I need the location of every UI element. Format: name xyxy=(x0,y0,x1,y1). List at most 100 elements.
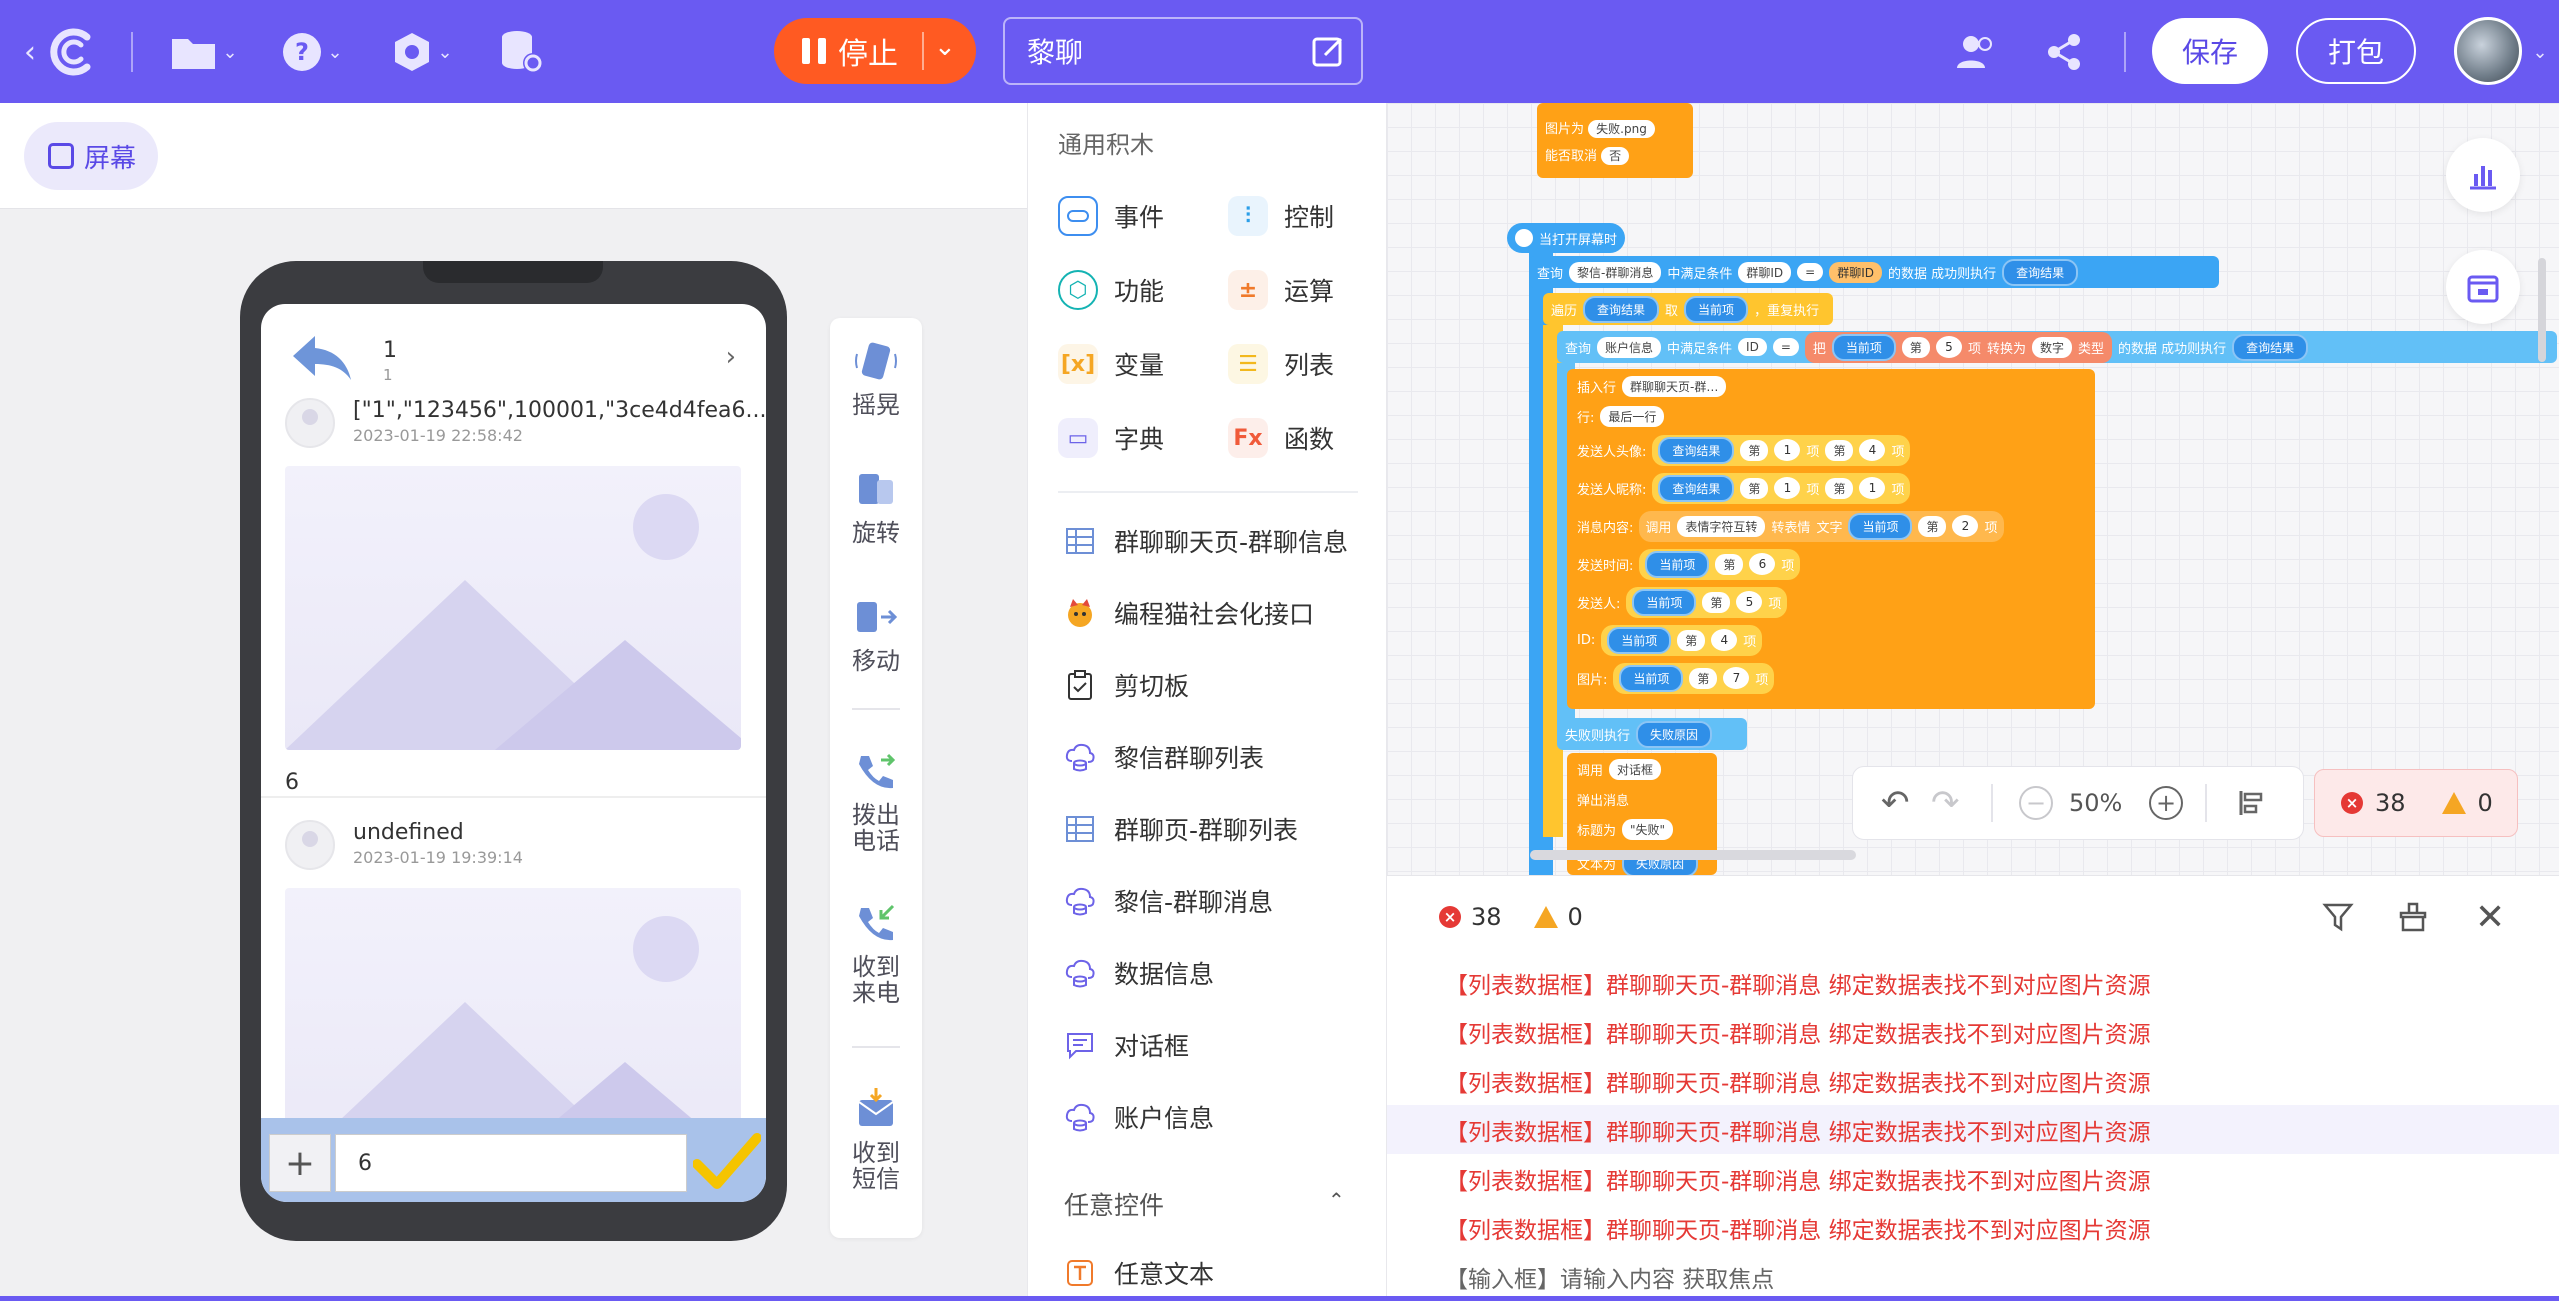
palette-item[interactable]: 剪切板 xyxy=(1064,667,1189,703)
pack-button[interactable]: 打包 xyxy=(2296,18,2416,84)
category-label: 运算 xyxy=(1284,277,1335,306)
redo-icon[interactable]: ↷ xyxy=(1931,783,1960,823)
dialog-icon xyxy=(1067,1033,1093,1060)
list-item[interactable]: ["1","123456",100001,"3ce4d4fea6... 2023… xyxy=(261,398,766,795)
avatar[interactable] xyxy=(2454,17,2522,85)
palette-item[interactable]: 黎信群聊列表 xyxy=(1064,739,1264,775)
tool-incoming-call[interactable]: 收到 来电 xyxy=(830,900,922,1006)
palette-item[interactable]: 群聊页-群聊列表 xyxy=(1064,811,1298,847)
category-label: 列表 xyxy=(1284,351,1335,380)
project-title-field[interactable]: 黎聊 xyxy=(1003,17,1363,85)
phone-screen: 1 1 › ["1","123456",100001,"3ce4d4fea6..… xyxy=(261,304,766,1202)
share-icon[interactable] xyxy=(2040,22,2088,82)
category-control[interactable]: ⫶ 控制 xyxy=(1228,196,1334,236)
zoom-out-icon[interactable]: − xyxy=(2019,786,2053,820)
palette-item[interactable]: 任意文本 xyxy=(1064,1255,1214,1291)
tool-move[interactable]: 移动 xyxy=(830,594,922,674)
store-button[interactable] xyxy=(2446,250,2520,324)
back-arrow-icon[interactable] xyxy=(289,332,353,382)
category-fx[interactable]: Fx 函数 xyxy=(1228,418,1334,458)
database-settings-icon[interactable] xyxy=(496,22,548,82)
message-input[interactable]: 6 xyxy=(335,1134,687,1192)
palette-header: 通用积木 xyxy=(1058,131,1154,159)
log-line[interactable]: 【列表数据框】群聊聊天页-群聊消息 绑定数据表找不到对应图片资源 xyxy=(1387,1105,2559,1154)
palette-item[interactable]: 对话框 xyxy=(1064,1027,1189,1063)
palette-item-label: 对话框 xyxy=(1114,1032,1190,1061)
send-check-icon[interactable] xyxy=(693,1130,761,1194)
error-summary[interactable]: × 38 0 xyxy=(2314,769,2518,837)
edit-icon[interactable] xyxy=(1311,33,1347,69)
tool-shake[interactable]: 摇晃 xyxy=(830,338,922,418)
stop-button[interactable]: 停止 ⌄ xyxy=(774,18,976,84)
category-label: 函数 xyxy=(1284,425,1335,454)
phone-subtitle: 1 xyxy=(383,366,393,384)
toolbar-divider xyxy=(131,32,133,72)
log-line[interactable]: 【列表数据框】群聊聊天页-群聊消息 绑定数据表找不到对应图片资源 xyxy=(1387,1056,2559,1105)
screen-bar: 屏幕 xyxy=(0,103,1027,209)
palette-item[interactable]: 编程猫社会化接口 xyxy=(1064,595,1314,631)
code-block-query[interactable]: 查询 黎信-群聊消息 中满足条件 群聊ID = 群聊ID 的数据 成功则执行 查询结果 xyxy=(1529,256,2219,288)
close-icon[interactable]: ✕ xyxy=(2475,897,2505,938)
operation-icon: ± xyxy=(1228,270,1268,310)
back-chevron-icon[interactable]: ‹ xyxy=(20,22,40,82)
screen-label: 屏幕 xyxy=(84,143,137,174)
screen-button[interactable]: 屏幕 xyxy=(24,122,158,190)
palette-item[interactable]: 账户信息 xyxy=(1064,1099,1214,1135)
clear-icon[interactable] xyxy=(2397,901,2429,933)
log-line[interactable]: 【输入框】请输入内容 获取焦点 xyxy=(1387,1252,2559,1301)
category-operation[interactable]: ± 运算 xyxy=(1228,270,1334,310)
error-icon[interactable]: × xyxy=(1439,906,1461,928)
cloud-db-icon xyxy=(1065,887,1095,916)
code-block[interactable]: 图片为 失败.png 能否取消 否 xyxy=(1537,103,1693,178)
tool-sms[interactable]: 收到 短信 xyxy=(830,1086,922,1192)
add-button[interactable]: + xyxy=(269,1134,331,1192)
save-button[interactable]: 保存 xyxy=(2152,18,2268,84)
category-dictionary[interactable]: ▭ 字典 xyxy=(1058,418,1164,458)
undo-icon[interactable]: ↶ xyxy=(1881,783,1910,823)
code-block-loop[interactable]: 遍历 查询结果取当前项 ，重复执行 xyxy=(1543,293,1833,325)
tool-rotate[interactable]: 旋转 xyxy=(830,466,922,546)
category-function[interactable]: ⬡ 功能 xyxy=(1058,270,1164,310)
category-list[interactable]: ☰ 列表 xyxy=(1228,344,1334,384)
rotate-icon xyxy=(859,474,893,504)
settings-hex-icon[interactable]: ⌄ xyxy=(384,22,460,82)
list-item[interactable]: undefined 2023-01-19 19:39:14 xyxy=(261,820,766,1172)
zoom-in-icon[interactable]: + xyxy=(2149,786,2183,820)
canvas-horizontal-scrollbar[interactable] xyxy=(1530,850,1856,860)
folder-icon[interactable]: ⌄ xyxy=(166,22,242,82)
palette-item[interactable]: 数据信息 xyxy=(1064,955,1214,991)
category-variable[interactable]: [x] 变量 xyxy=(1058,344,1164,384)
code-block-query2[interactable]: 查询 账户信息 中满足条件 ID = 把当前项第 5 项转换为 数字 类型 的数据 成功则执行查… xyxy=(1557,331,2557,363)
event-block[interactable]: 当打开屏幕时 xyxy=(1507,223,1625,253)
palette-item[interactable]: 群聊聊天页-群聊信息 xyxy=(1064,523,1348,559)
table-icon xyxy=(1066,528,1094,554)
palette-item[interactable]: 黎信-群聊消息 xyxy=(1064,883,1273,919)
log-line[interactable]: 【列表数据框】群聊聊天页-群聊消息 绑定数据表找不到对应图片资源 xyxy=(1387,958,2559,1007)
log-line[interactable]: 【列表数据框】群聊聊天页-群聊消息 绑定数据表找不到对应图片资源 xyxy=(1387,1154,2559,1203)
category-event[interactable]: 事件 xyxy=(1058,196,1164,236)
canvas-vertical-scrollbar[interactable] xyxy=(2538,258,2546,362)
warning-icon[interactable] xyxy=(1533,906,1558,928)
block-canvas[interactable]: 图片为 失败.png 能否取消 否 当打开屏幕时 查询 黎信-群聊消息 中满足条件群… xyxy=(1387,103,2559,875)
tool-outgoing-call[interactable]: 拨出 电话 xyxy=(830,748,922,854)
cloud-db-icon xyxy=(1065,1103,1095,1132)
statistics-button[interactable] xyxy=(2446,138,2520,212)
code-block-fail[interactable]: 失败则执行 失败原因 xyxy=(1557,718,1747,750)
chevron-right-icon[interactable]: › xyxy=(726,342,736,372)
log-line[interactable]: 【列表数据框】群聊聊天页-群聊消息 绑定数据表找不到对应图片资源 xyxy=(1387,1007,2559,1056)
users-icon[interactable] xyxy=(1952,22,2002,82)
code-block-insert-row[interactable]: 插入行 群聊聊天页-群… 行: 最后一行 发送人头像: 查询结果第 1 项第 4 项 发送人昵… xyxy=(1567,369,2095,709)
tool-label: 收到 来电 xyxy=(852,953,900,1007)
align-icon[interactable] xyxy=(2237,788,2267,818)
divider xyxy=(852,708,900,710)
category-label: 字典 xyxy=(1114,425,1165,454)
logo-icon[interactable] xyxy=(42,22,102,82)
help-icon[interactable]: ? ⌄ xyxy=(274,22,350,82)
filter-icon[interactable] xyxy=(2322,901,2354,933)
chevron-up-icon[interactable]: ⌃ xyxy=(1328,1188,1345,1212)
chevron-down-icon[interactable]: ⌄ xyxy=(2530,22,2550,82)
chevron-down-icon[interactable]: ⌄ xyxy=(934,32,956,62)
section-header[interactable]: 任意控件 xyxy=(1064,1186,1164,1222)
incoming-call-icon xyxy=(859,904,895,941)
log-line[interactable]: 【列表数据框】群聊聊天页-群聊消息 绑定数据表找不到对应图片资源 xyxy=(1387,1203,2559,1252)
